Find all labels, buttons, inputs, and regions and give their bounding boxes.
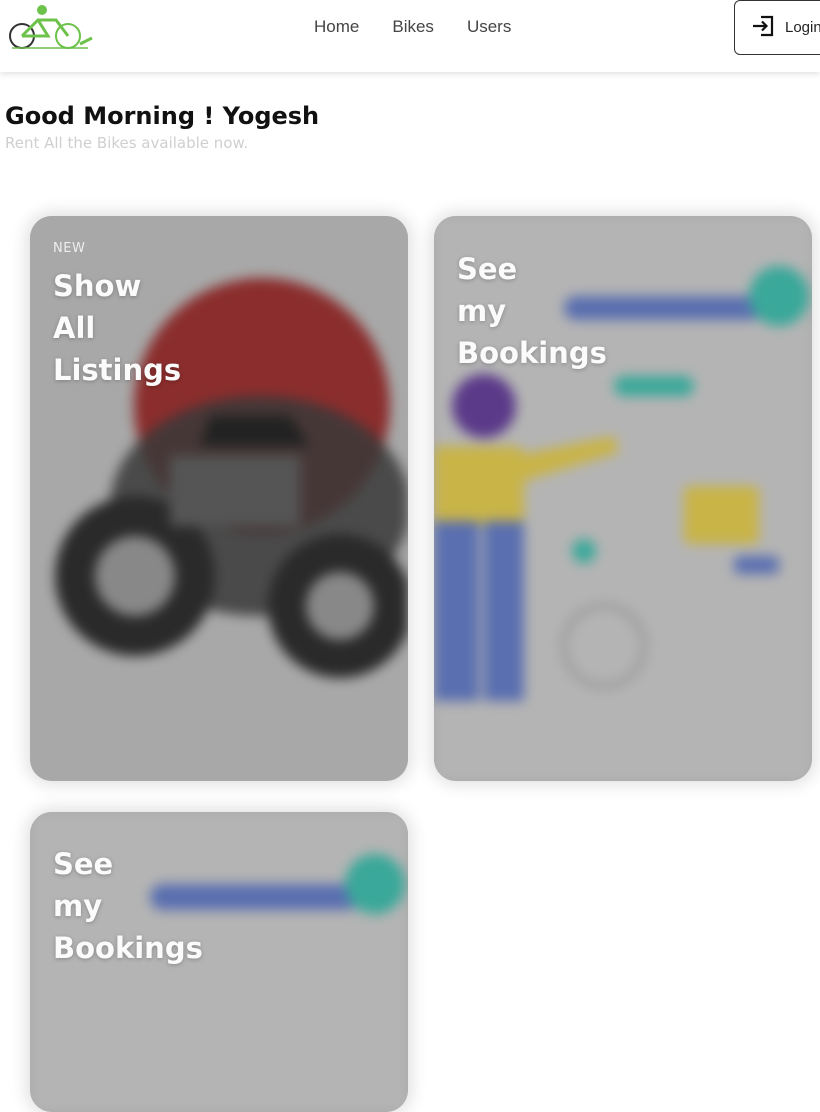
- card-title: See my Bookings: [53, 843, 203, 969]
- card-title-line: Bookings: [457, 336, 607, 370]
- card-title-line: Bookings: [53, 931, 203, 965]
- see-my-bookings-card-second[interactable]: See my Bookings: [30, 812, 408, 1112]
- card-title-line: See: [457, 252, 518, 286]
- bicycle-logo-icon[interactable]: [4, 2, 96, 54]
- card-title-line: my: [457, 294, 507, 328]
- nav-bikes-link[interactable]: Bikes: [392, 16, 434, 38]
- login-arrow-icon: [751, 15, 775, 41]
- login-button[interactable]: Login: [734, 0, 820, 55]
- see-my-bookings-card[interactable]: See my Bookings: [434, 216, 812, 781]
- card-title-line: All: [53, 311, 96, 345]
- show-all-listings-card[interactable]: NEW Show All Listings: [30, 216, 408, 781]
- greeting-subtitle: Rent All the Bikes available now.: [5, 134, 249, 152]
- greeting-heading: Good Morning ! Yogesh: [5, 102, 320, 130]
- card-title-line: my: [53, 889, 103, 923]
- main-nav: Home Bikes Users: [314, 16, 511, 38]
- card-title: Show All Listings: [53, 265, 181, 391]
- nav-home-link[interactable]: Home: [314, 16, 359, 38]
- nav-users-link[interactable]: Users: [467, 16, 511, 38]
- card-title: See my Bookings: [457, 248, 607, 374]
- card-title-line: See: [53, 847, 114, 881]
- card-title-line: Show: [53, 269, 142, 303]
- login-label: Login: [785, 19, 820, 36]
- navbar: Home Bikes Users Login: [0, 0, 820, 72]
- card-title-line: Listings: [53, 353, 182, 387]
- card-eyebrow: NEW: [53, 241, 86, 256]
